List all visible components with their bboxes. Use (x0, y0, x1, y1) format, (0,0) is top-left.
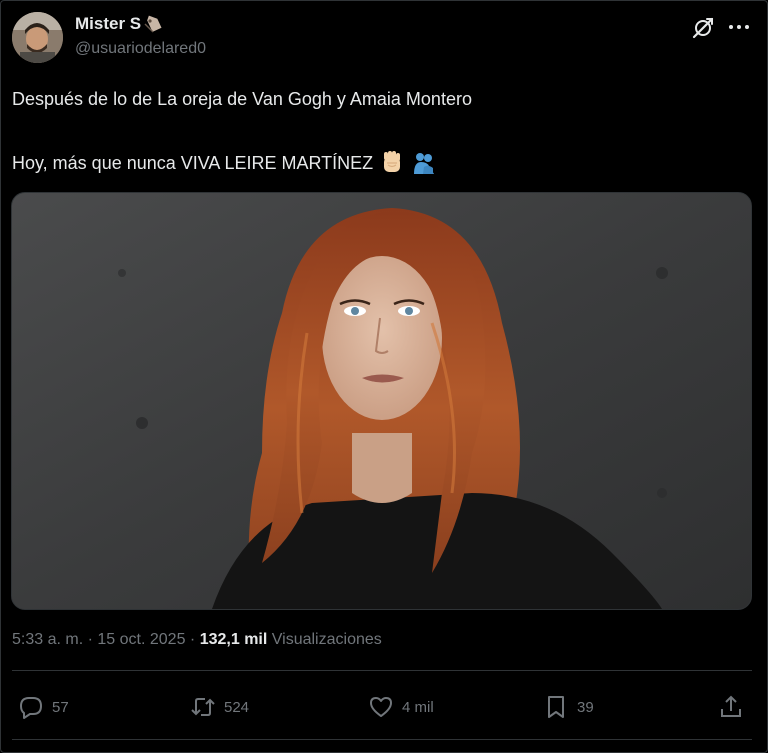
retweet-count: 524 (224, 698, 250, 716)
views-count[interactable]: 132,1 mil (200, 631, 268, 648)
retweet-button[interactable]: 524 (190, 694, 249, 720)
grok-icon[interactable] (690, 15, 716, 41)
user-handle[interactable]: @usuariodelared0 (75, 40, 206, 58)
people-hugging-icon (414, 153, 435, 174)
tweet-metadata: 5:33 a. m. · 15 oct. 2025 · 132,1 mil Vi… (12, 631, 382, 649)
bookmark-button[interactable]: 39 (543, 694, 594, 720)
views-label: Visualizaciones (271, 631, 382, 648)
tag-emoji-icon (144, 15, 162, 33)
tweet-time[interactable]: 5:33 a. m. (12, 631, 83, 648)
tweet-text-line-2: Hoy, más que nunca VIVA LEIRE MARTÍNEZ (12, 150, 437, 176)
like-count: 4 mil (402, 698, 434, 716)
reply-count: 57 (52, 698, 69, 716)
bookmark-count: 39 (577, 698, 594, 716)
photo-woman (12, 193, 751, 609)
raised-fist-icon (384, 151, 401, 172)
tweet-media-image[interactable] (11, 192, 752, 610)
tweet-text-line-2-text: Hoy, más que nunca VIVA LEIRE MARTÍNEZ (12, 152, 374, 173)
avatar-image (12, 12, 63, 63)
bookmark-icon (548, 696, 564, 718)
display-name-text: Mister S (75, 14, 142, 33)
like-button[interactable]: 4 mil (368, 694, 434, 720)
reply-icon (20, 697, 42, 719)
tweet-text-line-1: Después de lo de La oreja de Van Gogh y … (12, 89, 472, 109)
share-icon (721, 695, 741, 717)
meta-separator: · (189, 631, 196, 648)
retweet-icon (191, 698, 215, 716)
share-button[interactable] (718, 694, 744, 720)
divider (12, 739, 752, 740)
avatar[interactable] (12, 12, 63, 63)
more-options-icon[interactable] (726, 14, 752, 40)
heart-icon (370, 697, 392, 717)
tweet-date[interactable]: 15 oct. 2025 (97, 631, 185, 648)
display-name[interactable]: Mister S (75, 14, 165, 34)
meta-separator: · (87, 631, 93, 648)
reply-button[interactable]: 57 (18, 694, 69, 720)
divider (12, 670, 752, 671)
